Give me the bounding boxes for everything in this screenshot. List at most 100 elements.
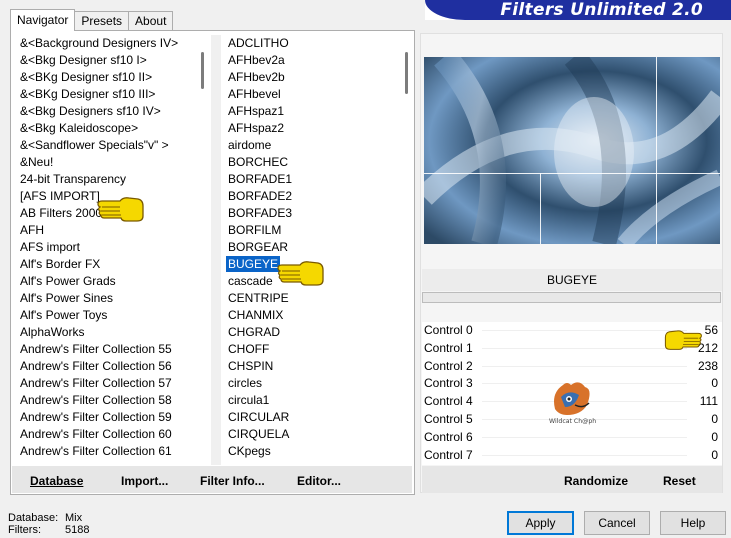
category-item[interactable]: Alf's Power Sines	[14, 290, 210, 307]
filter-item[interactable]: ADCLITHO	[222, 35, 414, 52]
watermark-logo: Wildcat Ch@ph	[549, 379, 619, 425]
control-value: 0	[711, 412, 718, 426]
filter-item[interactable]: CHSPIN	[222, 358, 414, 375]
filter-item-label: ADCLITHO	[228, 36, 289, 50]
slider-track[interactable]	[482, 365, 687, 367]
category-item[interactable]: &<Bkg Designers sf10 IV>	[14, 103, 210, 120]
filter-item[interactable]: circula1	[222, 392, 414, 409]
filter-scrollbar[interactable]	[405, 52, 408, 94]
filter-item[interactable]: BORFADE3	[222, 205, 414, 222]
filter-item[interactable]: BORGEAR	[222, 239, 414, 256]
control-label: Control 7	[424, 447, 473, 462]
filter-item[interactable]: AFHspaz1	[222, 103, 414, 120]
filter-item-label: CIRCULAR	[228, 410, 290, 424]
slider-track[interactable]	[482, 436, 687, 438]
category-item[interactable]: Andrew's Filter Collection 59	[14, 409, 210, 426]
filter-item-label: CIRQUELA	[228, 427, 290, 441]
cancel-button[interactable]: Cancel	[584, 511, 650, 535]
filter-item[interactable]: circles	[222, 375, 414, 392]
tab-strip: Navigator Presets About	[10, 9, 174, 31]
filter-item-label: CHANMIX	[228, 308, 284, 322]
category-item[interactable]: AlphaWorks	[14, 324, 210, 341]
filter-item-label: AFHspaz2	[228, 121, 285, 135]
status-database: Database: Mix	[8, 512, 83, 524]
filter-item-label: BUGEYE	[226, 256, 281, 272]
filter-item[interactable]: CKpegs	[222, 443, 414, 460]
category-item[interactable]: Andrew's Filter Collection 58	[14, 392, 210, 409]
category-item[interactable]: Andrew's Filter Collection 57	[14, 375, 210, 392]
apply-button[interactable]: Apply	[507, 511, 574, 535]
control-value: 0	[711, 376, 718, 391]
filter-item[interactable]: BORFADE2	[222, 188, 414, 205]
tab-navigator[interactable]: Navigator	[10, 9, 76, 31]
category-item[interactable]: &<Sandflower Specials"v" >	[14, 137, 210, 154]
pointing-hand-icon	[97, 197, 144, 222]
filter-item[interactable]: AFHbev2a	[222, 52, 414, 69]
editor-button[interactable]: Editor...	[297, 474, 341, 488]
help-button[interactable]: Help	[660, 511, 726, 535]
category-item[interactable]: Alf's Power Grads	[14, 273, 210, 290]
filter-item[interactable]: AFHbev2b	[222, 69, 414, 86]
fox-logo-icon: Wildcat Ch@ph	[549, 382, 596, 425]
category-scrollbar[interactable]	[201, 52, 204, 89]
slider-track[interactable]	[482, 347, 687, 349]
randomize-button[interactable]: Randomize	[564, 474, 628, 488]
category-item[interactable]: 24-bit Transparency	[14, 171, 210, 188]
category-item[interactable]: Andrew's Filter Collection 61	[14, 443, 210, 460]
category-item[interactable]: &<Bkg Designer sf10 I>	[14, 52, 210, 69]
category-item[interactable]: Andrew's Filter Collection 60	[14, 426, 210, 443]
reset-button[interactable]: Reset	[663, 474, 696, 488]
filter-item-label: CKpegs	[228, 444, 271, 458]
control-slider-2[interactable]: Control 2 238	[422, 358, 722, 375]
filter-item-label: BORFADE2	[228, 189, 293, 203]
filter-item[interactable]: BORFADE1	[222, 171, 414, 188]
filter-item[interactable]: AFHbevel	[222, 86, 414, 103]
category-list[interactable]: &<Background Designers IV> &<Bkg Designer…	[14, 35, 210, 465]
slider-track[interactable]	[482, 330, 687, 331]
filter-item-label: AFHbev2a	[228, 53, 285, 67]
filter-item[interactable]: CHANMIX	[222, 307, 414, 324]
preview-swirl	[424, 57, 720, 244]
filter-item[interactable]: AFHspaz2	[222, 120, 414, 137]
category-item[interactable]: &<Bkg Kaleidoscope>	[14, 120, 210, 137]
control-value: 0	[711, 429, 718, 444]
control-slider-7[interactable]: Control 7 0	[422, 447, 722, 464]
control-value: 111	[699, 394, 718, 409]
preview-image	[424, 57, 720, 244]
import-button[interactable]: Import...	[121, 474, 168, 488]
preview-grid-line	[540, 173, 541, 244]
filter-item-label: BORFADE3	[228, 206, 293, 220]
filter-item[interactable]: CHGRAD	[222, 324, 414, 341]
category-item[interactable]: Alf's Power Toys	[14, 307, 210, 324]
preview-grid-line	[424, 173, 720, 174]
control-value: 238	[697, 358, 718, 373]
filter-item[interactable]: BORFILM	[222, 222, 414, 239]
filter-item[interactable]: airdome	[222, 137, 414, 154]
title-banner: Filters Unlimited 2.0	[425, 0, 731, 20]
filter-item[interactable]: BORCHEC	[222, 154, 414, 171]
category-item[interactable]: Andrew's Filter Collection 55	[14, 341, 210, 358]
tab-about[interactable]: About	[128, 11, 174, 31]
category-item[interactable]: Andrew's Filter Collection 56	[14, 358, 210, 375]
filter-info-button[interactable]: Filter Info...	[200, 474, 265, 488]
category-item[interactable]: AFH	[14, 222, 210, 239]
category-item[interactable]: &<BKg Designer sf10 II>	[14, 69, 210, 86]
filter-item[interactable]: CHOFF	[222, 341, 414, 358]
category-item[interactable]: &<BKg Designer sf10 III>	[14, 86, 210, 103]
category-item[interactable]: &Neu!	[14, 154, 210, 171]
database-button[interactable]: Database	[30, 474, 83, 488]
filter-item[interactable]: CENTRIPE	[222, 290, 414, 307]
filter-list[interactable]: ADCLITHO AFHbev2a AFHbev2b AFHbevel AFHspaz1…	[222, 35, 414, 465]
control-slider-6[interactable]: Control 6 0	[422, 429, 722, 446]
category-item[interactable]: &<Background Designers IV>	[14, 35, 210, 52]
tab-presets[interactable]: Presets	[74, 11, 130, 31]
category-item[interactable]: AFS import	[14, 239, 210, 256]
filter-item-label: BORFILM	[228, 223, 282, 237]
filter-item[interactable]: CIRQUELA	[222, 426, 414, 443]
filter-item-label: BORGEAR	[228, 240, 289, 254]
category-item[interactable]: Alf's Border FX	[14, 256, 210, 273]
slider-track[interactable]	[482, 454, 687, 456]
filter-item[interactable]: CIRCULAR	[222, 409, 414, 426]
control-label: Control 4	[424, 394, 473, 409]
pointing-hand-icon	[277, 261, 324, 286]
